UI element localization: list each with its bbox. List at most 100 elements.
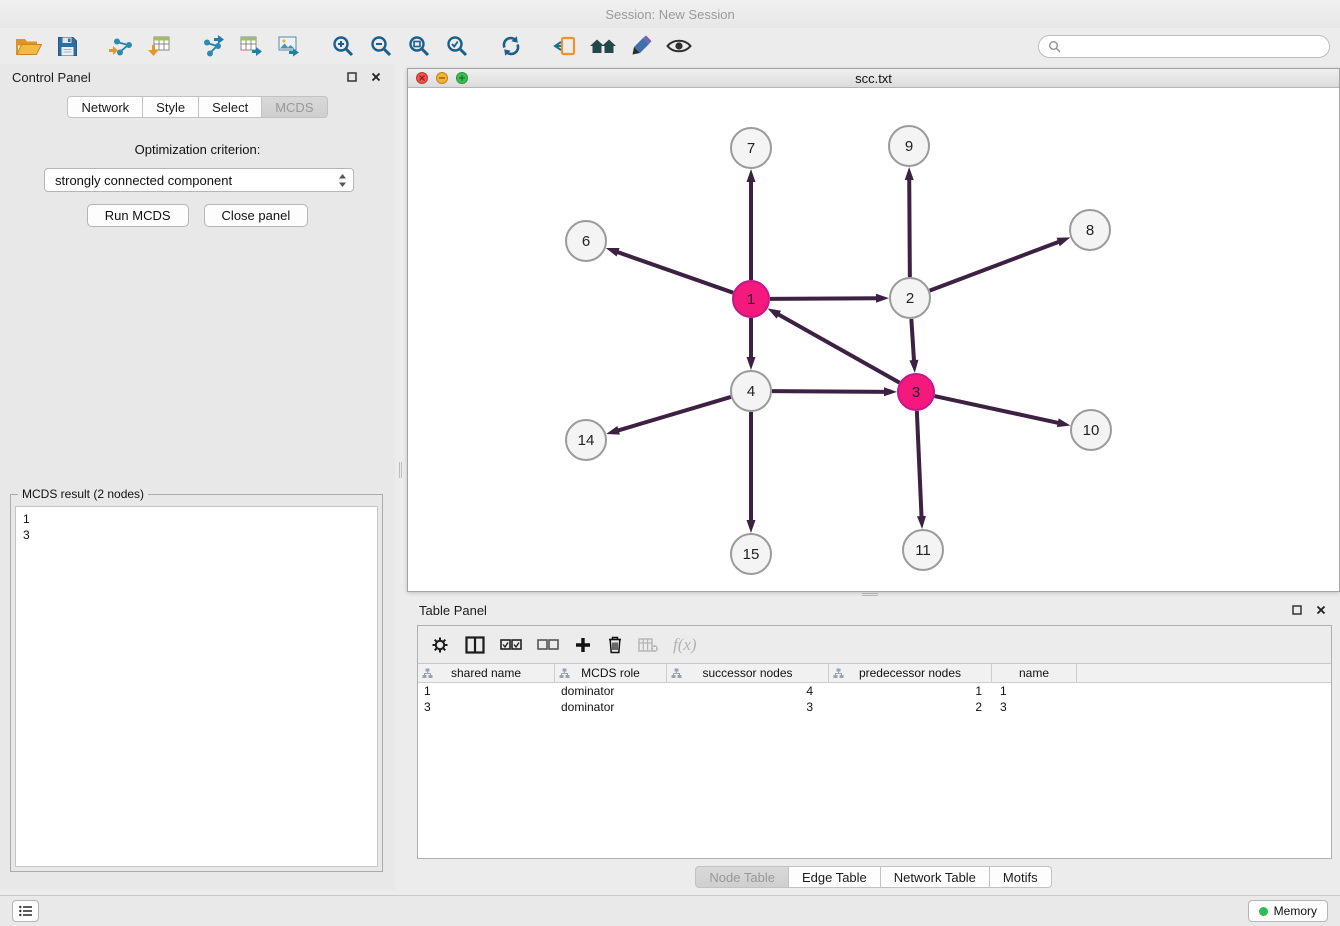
- minimize-window-button[interactable]: [436, 72, 448, 84]
- close-window-button[interactable]: [416, 72, 428, 84]
- zoom-in-button[interactable]: [324, 30, 362, 62]
- close-panel-action-button[interactable]: Close panel: [204, 204, 309, 227]
- split-view-button[interactable]: [465, 630, 485, 660]
- column-header-successor-nodes[interactable]: successor nodes: [667, 664, 829, 682]
- graph-node-1[interactable]: 1: [733, 281, 769, 317]
- function-builder-button[interactable]: f(x): [673, 630, 697, 660]
- table-row[interactable]: 1 dominator 4 1 1: [418, 683, 1331, 699]
- home-button[interactable]: [584, 30, 622, 62]
- status-bar: Memory: [0, 895, 1340, 926]
- save-session-button[interactable]: [48, 30, 86, 62]
- graph-edge-2-9[interactable]: [909, 177, 910, 277]
- column-header-predecessor-nodes[interactable]: predecessor nodes: [829, 664, 992, 682]
- graph-edge-4-14[interactable]: [616, 397, 731, 431]
- column-header-shared-name[interactable]: shared name: [418, 664, 555, 682]
- graph-node-15[interactable]: 15: [731, 534, 771, 574]
- apply-layout-button[interactable]: [492, 30, 530, 62]
- export-network-button[interactable]: [194, 30, 232, 62]
- zoom-selected-button[interactable]: [438, 30, 476, 62]
- graph-node-11[interactable]: 11: [903, 530, 943, 570]
- open-session-button[interactable]: [10, 30, 48, 62]
- delete-table-button[interactable]: [638, 630, 658, 660]
- tab-select[interactable]: Select: [199, 96, 262, 118]
- cell-successor-nodes[interactable]: 3: [667, 699, 829, 715]
- network-graph[interactable]: 7 9 6 8 1 2 4 3 14 10 15 11: [408, 89, 1339, 591]
- float-panel-button[interactable]: [345, 70, 359, 84]
- table-settings-button[interactable]: [430, 630, 450, 660]
- column-header-mcds-role[interactable]: MCDS role: [555, 664, 667, 682]
- mcds-result-box[interactable]: 1 3: [15, 506, 378, 867]
- graph-node-2[interactable]: 2: [890, 278, 930, 318]
- close-panel-button[interactable]: [369, 70, 383, 84]
- graph-node-3[interactable]: 3: [898, 374, 934, 410]
- graph-edge-3-1[interactable]: [776, 313, 899, 382]
- vertical-splitter-handle[interactable]: [399, 462, 402, 478]
- graph-node-14[interactable]: 14: [566, 420, 606, 460]
- close-table-panel-button[interactable]: [1314, 603, 1328, 617]
- import-network-button[interactable]: [102, 30, 140, 62]
- graph-node-7[interactable]: 7: [731, 128, 771, 168]
- export-image-button[interactable]: [270, 30, 308, 62]
- deselect-all-button[interactable]: [537, 630, 559, 660]
- show-hide-button[interactable]: [660, 30, 698, 62]
- cell-name[interactable]: 3: [992, 699, 1077, 715]
- graph-edge-arrowhead: [1057, 418, 1071, 427]
- first-neighbors-button[interactable]: [546, 30, 584, 62]
- task-history-button[interactable]: [12, 900, 39, 922]
- search-input[interactable]: [1067, 39, 1320, 53]
- tab-motifs[interactable]: Motifs: [990, 866, 1052, 888]
- delete-column-button[interactable]: [607, 630, 623, 660]
- network-window-titlebar[interactable]: scc.txt: [408, 69, 1339, 88]
- application-window: Session: New Session Control Panel: [0, 0, 1340, 926]
- graph-node-10[interactable]: 10: [1071, 410, 1111, 450]
- run-mcds-button[interactable]: Run MCDS: [87, 204, 189, 227]
- node-table-block: f(x) shared name MCDS role successor nod…: [417, 625, 1332, 859]
- cell-shared-name[interactable]: 1: [418, 683, 555, 699]
- tab-network[interactable]: Network: [67, 96, 143, 118]
- zoom-fit-button[interactable]: [400, 30, 438, 62]
- graph-node-8[interactable]: 8: [1070, 210, 1110, 250]
- tab-mcds[interactable]: MCDS: [262, 96, 327, 118]
- cell-predecessor-nodes[interactable]: 1: [829, 683, 992, 699]
- zoom-window-button[interactable]: [456, 72, 468, 84]
- graph-edge-arrowhead: [747, 520, 756, 533]
- graph-node-6[interactable]: 6: [566, 221, 606, 261]
- horizontal-splitter-handle[interactable]: [862, 593, 878, 596]
- tab-network-table[interactable]: Network Table: [881, 866, 990, 888]
- cell-successor-nodes[interactable]: 4: [667, 683, 829, 699]
- tab-style[interactable]: Style: [143, 96, 199, 118]
- graph-edge-3-10[interactable]: [935, 396, 1061, 423]
- export-table-button[interactable]: [232, 30, 270, 62]
- zoom-out-button[interactable]: [362, 30, 400, 62]
- graph-edge-1-2[interactable]: [770, 298, 879, 299]
- graph-edge-2-8[interactable]: [930, 241, 1061, 291]
- float-icon: [1292, 605, 1302, 615]
- style-button[interactable]: [622, 30, 660, 62]
- select-all-button[interactable]: [500, 630, 522, 660]
- graph-edge-arrowhead: [876, 294, 889, 303]
- cell-shared-name[interactable]: 3: [418, 699, 555, 715]
- add-column-button[interactable]: [574, 630, 592, 660]
- graph-edge-3-11[interactable]: [917, 411, 922, 519]
- column-header-name[interactable]: name: [992, 664, 1077, 682]
- import-table-button[interactable]: [140, 30, 178, 62]
- memory-label: Memory: [1274, 904, 1317, 918]
- cell-name[interactable]: 1: [992, 683, 1077, 699]
- graph-node-4[interactable]: 4: [731, 371, 771, 411]
- network-canvas[interactable]: 7 9 6 8 1 2 4 3 14 10 15 11: [408, 89, 1339, 591]
- criterion-dropdown[interactable]: strongly connected component: [44, 168, 354, 192]
- vertical-splitter[interactable]: [395, 64, 407, 890]
- float-table-panel-button[interactable]: [1290, 603, 1304, 617]
- graph-edge-1-6[interactable]: [615, 251, 733, 292]
- tab-edge-table[interactable]: Edge Table: [789, 866, 881, 888]
- table-row[interactable]: 3 dominator 3 2 3: [418, 699, 1331, 715]
- memory-button[interactable]: Memory: [1248, 900, 1328, 922]
- cell-mcds-role[interactable]: dominator: [555, 699, 667, 715]
- graph-node-9[interactable]: 9: [889, 126, 929, 166]
- graph-edge-2-3[interactable]: [911, 319, 914, 363]
- cell-mcds-role[interactable]: dominator: [555, 683, 667, 699]
- tab-node-table[interactable]: Node Table: [695, 866, 789, 888]
- graph-edge-4-3[interactable]: [772, 391, 887, 392]
- search-box[interactable]: [1038, 35, 1330, 58]
- cell-predecessor-nodes[interactable]: 2: [829, 699, 992, 715]
